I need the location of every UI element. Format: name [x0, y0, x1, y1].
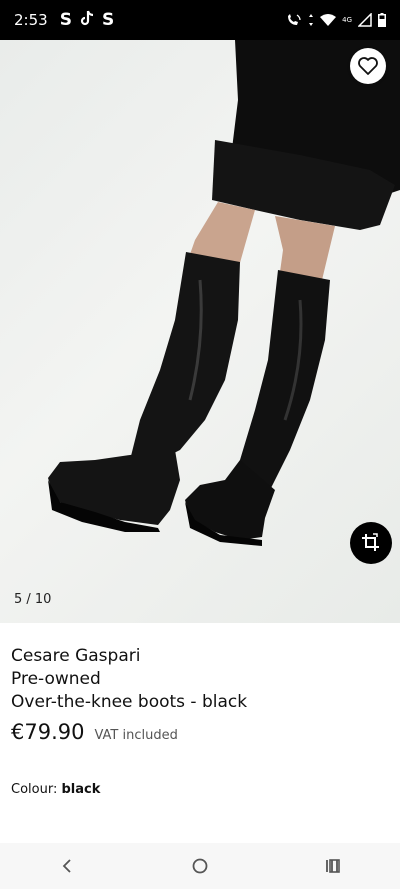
- heart-icon: [358, 57, 378, 75]
- system-nav-bar: [0, 843, 400, 889]
- product-photo: [48, 40, 400, 546]
- status-left: 2:53 S S: [14, 10, 114, 30]
- crop-rotate-icon: [362, 533, 379, 551]
- home-icon: [192, 858, 208, 874]
- crop-rotate-button[interactable]: [350, 522, 392, 564]
- data-arrows-icon: [308, 13, 314, 27]
- wifi-call-icon: [286, 13, 302, 27]
- condition-label: Pre-owned: [11, 669, 101, 689]
- tiktok-icon: [80, 10, 94, 30]
- product-name: Over-the-knee boots - black: [11, 692, 248, 712]
- back-button[interactable]: [37, 846, 97, 886]
- colour-label: Colour:: [11, 782, 58, 797]
- colour-value: black: [61, 782, 101, 797]
- price-row: €79.90 VAT included: [11, 720, 391, 744]
- product-info: Cesare Gaspari Pre-owned Over-the-knee b…: [11, 645, 391, 744]
- status-time: 2:53: [14, 11, 48, 29]
- network-label: 4G: [342, 16, 352, 24]
- signal-icon: [358, 13, 372, 27]
- home-button[interactable]: [170, 846, 230, 886]
- notification-s-icon: S: [59, 10, 72, 30]
- brand-name[interactable]: Cesare Gaspari: [11, 645, 391, 668]
- colour-row: Colour: black: [11, 782, 100, 797]
- wifi-icon: [320, 13, 337, 27]
- recents-icon: [326, 859, 341, 873]
- price: €79.90: [11, 720, 85, 744]
- favourite-button[interactable]: [350, 48, 386, 84]
- notification-s-icon-2: S: [101, 10, 115, 30]
- status-bar: 2:53 S S 4G: [0, 0, 400, 40]
- back-icon: [62, 859, 71, 873]
- image-counter: 5 / 10: [14, 592, 52, 607]
- vat-note: VAT included: [94, 728, 178, 743]
- status-right: 4G: [286, 13, 386, 27]
- battery-icon: [378, 13, 386, 27]
- product-image-gallery[interactable]: 5 / 10: [0, 40, 400, 623]
- recents-button[interactable]: [303, 846, 363, 886]
